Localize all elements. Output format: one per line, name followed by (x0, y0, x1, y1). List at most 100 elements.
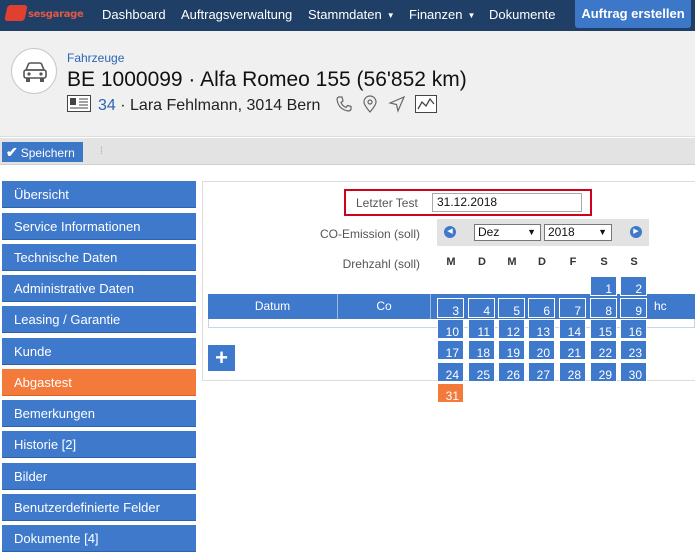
sidebar-item-bemerkungen[interactable]: Bemerkungen (2, 400, 196, 427)
brand-logo-text: sesgarage (28, 9, 84, 20)
next-month-icon[interactable]: ▶ (630, 226, 642, 238)
calendar-day[interactable]: 3 (437, 298, 464, 318)
sidebar-item-leasing-garantie[interactable]: Leasing / Garantie (2, 306, 196, 333)
map-pin-icon[interactable] (362, 95, 378, 113)
weekday-header: M (446, 256, 456, 268)
brand-logo[interactable]: sesgarage (4, 3, 86, 27)
calendar-day[interactable]: 12 (498, 319, 525, 339)
drag-handle-icon[interactable]: ⁞ (100, 146, 103, 157)
calendar-day[interactable]: 11 (468, 319, 495, 339)
column-header-co[interactable]: Co (338, 294, 431, 319)
top-navbar: sesgarage Dashboard Auftragsverwaltung S… (0, 0, 695, 31)
send-icon[interactable] (387, 95, 406, 113)
calendar-day[interactable]: 19 (498, 340, 525, 360)
sidebar-item-service-informationen[interactable]: Service Informationen (2, 213, 196, 240)
month-select[interactable]: Dez ▼ (474, 224, 541, 241)
sidebar-item-abgastest[interactable]: Abgastest (2, 369, 196, 396)
customer-id-link[interactable]: 34 (98, 97, 116, 114)
sidebar-item-bilder[interactable]: Bilder (2, 463, 196, 490)
calendar-day[interactable]: 6 (528, 298, 555, 318)
calendar-day[interactable]: 21 (559, 340, 586, 360)
last-test-date-input[interactable]: 31.12.2018 (432, 193, 582, 212)
calendar-day[interactable]: 23 (620, 340, 647, 360)
year-select[interactable]: 2018 ▼ (544, 224, 612, 241)
calendar-day[interactable]: 24 (437, 362, 464, 382)
sidebar-item-dokumente[interactable]: Dokumente [4] (2, 525, 196, 552)
sidebar-item-benutzerdefinierte-felder[interactable]: Benutzerdefinierte Felder (2, 494, 196, 521)
calendar-day[interactable]: 7 (559, 298, 586, 318)
calendar-day[interactable]: 17 (437, 340, 464, 360)
sidebar-item-administrative-daten[interactable]: Administrative Daten (2, 275, 196, 302)
nav-dokumente[interactable]: Dokumente (489, 0, 555, 31)
phone-icon[interactable] (335, 95, 353, 113)
calendar-day[interactable]: 22 (590, 340, 617, 360)
calendar-day[interactable]: 27 (528, 362, 555, 382)
nav-stammdaten[interactable]: Stammdaten ▼ (308, 0, 395, 31)
customer-separator: · (115, 97, 131, 114)
sidebar-item-label: Leasing / Garantie (14, 312, 121, 327)
add-row-button[interactable]: + (208, 345, 235, 371)
customer-name: Lara Fehlmann, 3014 Bern (130, 97, 321, 114)
weekday-header: D (538, 256, 546, 268)
column-header-datum[interactable]: Datum (208, 294, 338, 319)
sidebar-item-uebersicht[interactable]: Übersicht (2, 181, 196, 208)
chart-icon[interactable] (415, 95, 438, 113)
calendar-day[interactable]: 28 (559, 362, 586, 382)
calendar-day[interactable]: 15 (590, 319, 617, 339)
weekday-header: F (569, 256, 577, 268)
column-header-hc[interactable]: hc (648, 294, 695, 319)
sidebar-item-label: Technische Daten (14, 250, 118, 265)
calendar-day[interactable]: 4 (468, 298, 495, 318)
weekday-header: M (507, 256, 517, 268)
car-icon (23, 62, 47, 82)
id-card-icon (67, 95, 91, 112)
calendar-day[interactable]: 16 (620, 319, 647, 339)
calendar-day[interactable]: 18 (468, 340, 495, 360)
action-toolbar: ✔ Speichern ⁞ (0, 138, 695, 165)
car-avatar (11, 48, 57, 94)
calendar-day[interactable]: 8 (590, 298, 617, 318)
nav-dashboard[interactable]: Dashboard (102, 0, 166, 31)
nav-auftragsverwaltung[interactable]: Auftragsverwaltung (181, 0, 292, 31)
calendar-day[interactable]: 13 (528, 319, 555, 339)
sidebar-item-technische-daten[interactable]: Technische Daten (2, 244, 196, 271)
chevron-down-icon: ▼ (467, 11, 476, 20)
nav-dashboard-label: Dashboard (102, 7, 166, 22)
calendar-day[interactable]: 25 (468, 362, 495, 382)
calendar-day[interactable]: 10 (437, 319, 464, 339)
breadcrumb[interactable]: Fahrzeuge (67, 51, 124, 65)
nav-finanzen[interactable]: Finanzen ▼ (409, 0, 475, 31)
sidebar-item-label: Dokumente [4] (14, 531, 99, 546)
chevron-down-icon: ▼ (527, 227, 536, 237)
calendar-day[interactable]: 26 (498, 362, 525, 382)
calendar-day[interactable]: 5 (498, 298, 525, 318)
save-button[interactable]: ✔ Speichern (2, 142, 83, 162)
sidebar-item-label: Administrative Daten (14, 281, 134, 296)
sidebar-item-historie[interactable]: Historie [2] (2, 431, 196, 458)
calendar-day[interactable]: 9 (620, 298, 647, 318)
check-icon: ✔ (6, 144, 18, 160)
calendar-day[interactable]: 1 (590, 276, 617, 296)
create-order-button[interactable]: Auftrag erstellen (575, 0, 691, 28)
nav-auftragsverwaltung-label: Auftragsverwaltung (181, 7, 293, 22)
page-title: BE 1000099 · Alfa Romeo 155 (56'852 km) (67, 68, 467, 91)
calendar-day[interactable]: 2 (620, 276, 647, 296)
vehicle-header: Fahrzeuge BE 1000099 · Alfa Romeo 155 (5… (0, 31, 695, 137)
weekday-header: S (600, 256, 608, 268)
calendar-day[interactable]: 20 (528, 340, 555, 360)
sidebar-item-label: Benutzerdefinierte Felder (14, 500, 160, 515)
sidebar-item-kunde[interactable]: Kunde (2, 338, 196, 365)
co-emission-label: CO-Emission (soll) (319, 227, 420, 241)
calendar-day[interactable]: 14 (559, 319, 586, 339)
calendar-day[interactable]: 30 (620, 362, 647, 382)
weekday-header: S (630, 256, 638, 268)
nav-stammdaten-label: Stammdaten (308, 7, 382, 22)
chevron-down-icon: ▼ (386, 11, 395, 20)
last-test-field-group: Letzter Test 31.12.2018 (344, 189, 592, 216)
month-select-value: Dez (478, 225, 500, 239)
prev-month-icon[interactable]: ◀ (444, 226, 456, 238)
save-button-label: Speichern (20, 146, 75, 160)
calendar-day-selected[interactable]: 31 (437, 383, 464, 403)
calendar-day[interactable]: 29 (590, 362, 617, 382)
sidebar-item-label: Bilder (14, 469, 48, 484)
